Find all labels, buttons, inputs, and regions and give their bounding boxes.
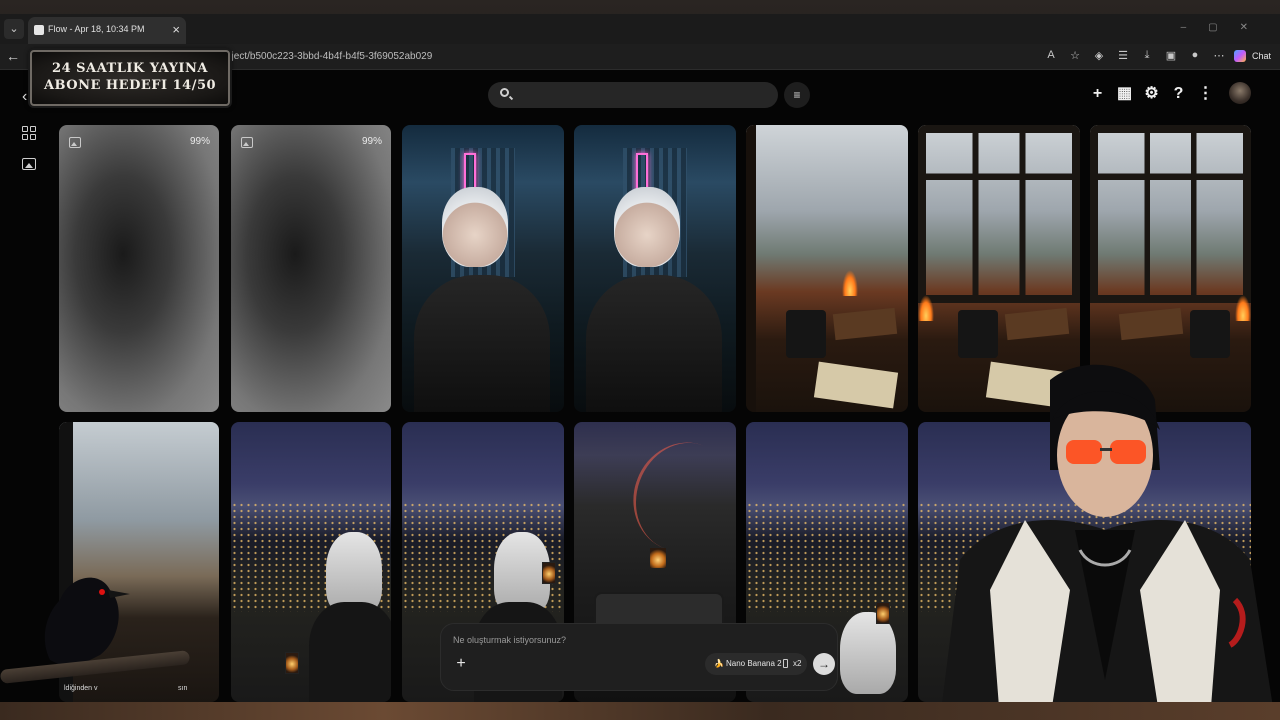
add-plus-icon[interactable]: + bbox=[1088, 83, 1107, 105]
browser-back-arrow-icon[interactable]: ← bbox=[6, 48, 20, 64]
favorite-star-icon[interactable]: ☆ bbox=[1068, 49, 1082, 62]
favorites-icon[interactable]: ☰ bbox=[1116, 49, 1130, 62]
tile-fire bbox=[918, 295, 934, 321]
prompt-input[interactable] bbox=[453, 632, 823, 648]
banana-icon: 🍌 bbox=[714, 659, 724, 668]
banner-line-2: Abone Hedefi 14/50 bbox=[43, 78, 217, 93]
tile-mug bbox=[958, 310, 998, 358]
chat-button[interactable]: Chat bbox=[1252, 51, 1271, 61]
tile-window-bars bbox=[918, 125, 1080, 303]
image-view-icon[interactable] bbox=[22, 158, 36, 170]
output-count: x2 bbox=[793, 659, 802, 668]
search-bar[interactable] bbox=[488, 82, 778, 108]
tile-window-frame bbox=[746, 125, 756, 412]
bottom-scenery-strip bbox=[0, 702, 1280, 720]
tile-lantern bbox=[542, 562, 556, 584]
grid-tile-image[interactable] bbox=[574, 125, 736, 412]
tile-road bbox=[618, 428, 736, 566]
tile-person-coat bbox=[309, 602, 391, 702]
copilot-icon[interactable] bbox=[1234, 50, 1246, 62]
prompt-composer: + 🍌 Nano Banana 2 x2 → bbox=[440, 623, 838, 691]
film-icon[interactable]: ▦ bbox=[1115, 83, 1134, 105]
grid-tile-image[interactable] bbox=[231, 422, 391, 702]
collections-icon[interactable]: ▣ bbox=[1164, 49, 1178, 62]
grid-tile-loading[interactable]: 99% bbox=[59, 125, 219, 412]
app-toolbar: + ▦ ⚙ ? ⋮ bbox=[1088, 83, 1215, 105]
extensions-icon[interactable]: ◈ bbox=[1092, 49, 1106, 62]
grid-view-icon[interactable] bbox=[22, 126, 36, 140]
tab-menu-chevron-down-icon[interactable]: ⌄ bbox=[4, 19, 24, 39]
tile-lantern bbox=[876, 602, 890, 624]
grid-tile-image[interactable] bbox=[746, 125, 908, 412]
grid-tile-image[interactable] bbox=[402, 125, 564, 412]
tile-person-jacket bbox=[586, 275, 722, 412]
filter-icon[interactable]: ≡ bbox=[784, 82, 810, 108]
model-label: Nano Banana 2 bbox=[726, 659, 782, 668]
progress-percent: 99% bbox=[361, 136, 382, 147]
tile-mug bbox=[1190, 310, 1230, 358]
tile-mug bbox=[786, 310, 826, 358]
tile-lantern bbox=[285, 652, 299, 674]
image-placeholder-icon bbox=[241, 137, 253, 148]
window-controls[interactable]: –▢✕ bbox=[1181, 22, 1270, 33]
model-selector[interactable]: 🍌 Nano Banana 2 x2 bbox=[705, 653, 807, 675]
side-nav bbox=[22, 126, 38, 170]
kebab-menu-icon[interactable]: ⋮ bbox=[1196, 83, 1215, 105]
help-icon[interactable]: ? bbox=[1169, 83, 1188, 105]
grid-tile-loading[interactable]: 99% bbox=[231, 125, 391, 412]
tab-favicon-icon bbox=[34, 25, 44, 35]
tab-close-icon[interactable]: × bbox=[172, 22, 180, 37]
more-icon[interactable]: ⋯ bbox=[1212, 49, 1226, 62]
user-avatar[interactable] bbox=[1229, 82, 1251, 104]
tile-paper bbox=[813, 361, 899, 409]
image-placeholder-icon bbox=[69, 137, 81, 148]
search-icon bbox=[500, 88, 509, 97]
tile-book bbox=[1118, 307, 1184, 341]
stream-goal-banner: 24 Saatlik Yayina Abone Hedefi 14/50 bbox=[30, 50, 230, 106]
tile-person-head bbox=[442, 187, 508, 267]
screen: ⌄ Flow - Apr 18, 10:34 PM × –▢✕ ← oject/… bbox=[0, 0, 1280, 720]
profile-icon[interactable]: ● bbox=[1188, 49, 1202, 62]
tile-book bbox=[1004, 307, 1070, 341]
tile-window-bars bbox=[1090, 125, 1251, 303]
tile-fire bbox=[842, 270, 858, 296]
tile-book bbox=[832, 307, 898, 341]
browser-toolbar-icons: A ☆ ◈ ☰ ⤓ ▣ ● ⋯ bbox=[1044, 49, 1226, 62]
tile-person-head bbox=[614, 187, 680, 267]
tile-person-jacket bbox=[414, 275, 550, 412]
portrait-aspect-icon bbox=[783, 659, 788, 668]
tile-city-lights bbox=[746, 502, 908, 612]
app-back-chevron-icon[interactable]: ‹ bbox=[22, 88, 27, 106]
browser-tabstrip: ⌄ Flow - Apr 18, 10:34 PM × –▢✕ bbox=[0, 14, 1280, 44]
send-arrow-icon[interactable]: → bbox=[813, 653, 835, 675]
read-aloud-icon[interactable]: A bbox=[1044, 49, 1058, 62]
browser-tab[interactable]: Flow - Apr 18, 10:34 PM × bbox=[28, 17, 186, 44]
tile-person-hair bbox=[840, 612, 896, 694]
banner-line-1: 24 Saatlik Yayina bbox=[52, 61, 208, 76]
downloads-icon[interactable]: ⤓ bbox=[1140, 49, 1154, 62]
progress-percent: 99% bbox=[189, 136, 210, 147]
gear-icon[interactable]: ⚙ bbox=[1142, 83, 1161, 105]
streamer-avatar-overlay bbox=[940, 364, 1275, 720]
tile-fire bbox=[1235, 295, 1251, 321]
add-plus-icon[interactable]: + bbox=[453, 656, 469, 672]
tab-title: Flow - Apr 18, 10:34 PM bbox=[48, 24, 145, 34]
overlay-text-fragment: sın bbox=[178, 685, 188, 692]
url-field[interactable]: oject/b500c223-3bbd-4b4f-b4f5-3f69052ab0… bbox=[226, 51, 432, 62]
tile-candle bbox=[650, 548, 666, 568]
overlay-text-fragment: ldiğinden v bbox=[64, 685, 98, 692]
